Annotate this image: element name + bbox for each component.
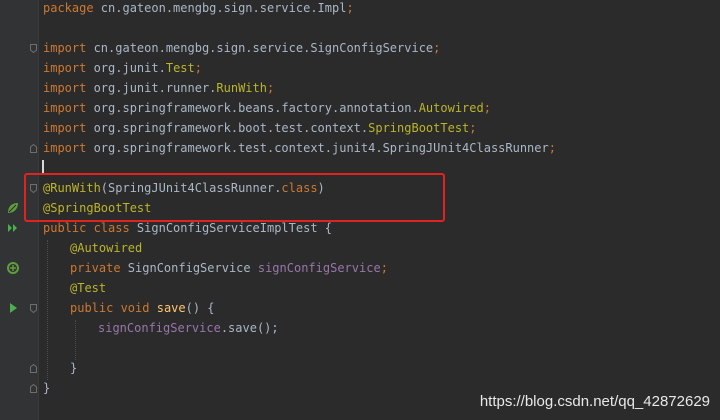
run-test-method-icon[interactable] bbox=[6, 301, 20, 315]
code-line-class-close: } bbox=[43, 381, 51, 395]
spring-bean-icon[interactable] bbox=[6, 201, 20, 215]
fold-method-end-icon[interactable] bbox=[30, 364, 37, 373]
code-line-method-call: signConfigService.save(); bbox=[98, 321, 279, 335]
code-line-method-close: } bbox=[70, 361, 78, 375]
code-line-autowired: @Autowired bbox=[70, 241, 143, 255]
fold-class-end-icon[interactable] bbox=[30, 384, 37, 393]
watermark: https://blog.csdn.net/qq_42872629 bbox=[479, 393, 710, 410]
code-line-package: package cn.gateon.mengbg.sign.service.Im… bbox=[43, 1, 354, 15]
code-line-test-annotation: @Test bbox=[70, 281, 107, 295]
indent-guide bbox=[47, 240, 49, 380]
code-line-import: import org.springframework.boot.test.con… bbox=[43, 121, 477, 135]
annotation-highlight-box bbox=[24, 173, 445, 222]
fold-imports-icon[interactable] bbox=[30, 44, 37, 53]
code-line-import: import org.junit.Test; bbox=[43, 61, 202, 75]
fold-imports-end-icon[interactable] bbox=[30, 144, 37, 153]
code-line-import: import org.springframework.test.context.… bbox=[43, 141, 556, 155]
run-test-class-icon[interactable] bbox=[6, 221, 20, 235]
code-line-method-declaration: public void save() { bbox=[70, 301, 215, 315]
code-line-import: import org.springframework.beans.factory… bbox=[43, 101, 491, 115]
code-line-import: import org.junit.runner.RunWith; bbox=[43, 81, 275, 95]
indent-guide bbox=[75, 320, 77, 360]
code-line-field: private SignConfigService signConfigServ… bbox=[70, 261, 388, 275]
fold-method-icon[interactable] bbox=[30, 304, 37, 313]
code-line-import: import cn.gateon.mengbg.sign.service.Sig… bbox=[43, 41, 441, 55]
spring-autowired-icon[interactable] bbox=[6, 261, 20, 275]
